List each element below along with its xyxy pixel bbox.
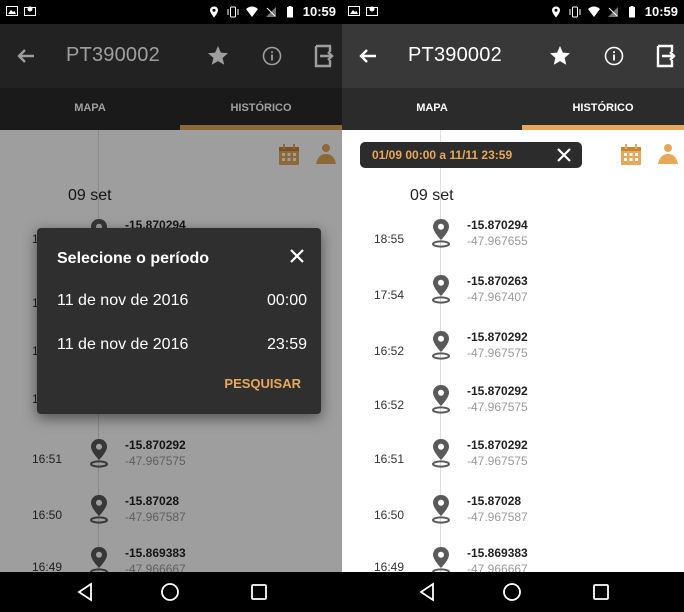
tab-historico[interactable]: HISTÓRICO <box>522 88 684 130</box>
exit-icon[interactable] <box>652 42 680 70</box>
entry-longitude: -47.967575 <box>467 454 528 468</box>
search-button[interactable]: PESQUISAR <box>224 376 301 391</box>
vibrate-icon <box>227 6 239 17</box>
list-item[interactable]: 16:49 -15.869383 -47.966667 <box>342 546 684 572</box>
entry-longitude: -47.967575 <box>467 400 528 414</box>
nav-back-icon[interactable] <box>418 582 438 602</box>
entry-longitude: -47.967407 <box>467 290 528 304</box>
entry-latitude: -15.87028 <box>467 494 522 508</box>
page-title: PT390002 <box>408 44 502 66</box>
status-bar: 10:59 <box>342 0 684 24</box>
entry-latitude: -15.869383 <box>467 546 528 560</box>
nav-recents-icon[interactable] <box>250 583 268 601</box>
history-content: 01/09 00:00 a 11/11 23:59 09 set 18:55 -… <box>342 130 684 572</box>
gallery-notification-icon <box>6 6 18 16</box>
status-bar: 10:59 <box>0 0 342 24</box>
entry-time: 16:49 <box>374 560 405 572</box>
no-signal-icon <box>607 6 618 17</box>
list-item[interactable]: 18:55 -15.870294 -47.967655 <box>342 218 684 264</box>
info-icon[interactable] <box>600 42 628 70</box>
list-item[interactable]: 16:50 -15.87028 -47.967587 <box>342 494 684 540</box>
map-pin-icon <box>432 219 450 248</box>
screen-with-dialog: 10:59 PT390002 MAPA HISTÓRICO 09 set 18:… <box>0 0 342 612</box>
start-time-field[interactable]: 00:00 <box>267 292 307 310</box>
map-pin-icon <box>432 495 450 524</box>
entry-time: 16:52 <box>374 344 405 358</box>
entry-latitude: -15.870292 <box>467 438 528 452</box>
person-location-icon[interactable] <box>656 142 680 166</box>
image-notification-icon <box>366 6 378 16</box>
entry-time: 18:55 <box>374 232 405 246</box>
nav-home-icon[interactable] <box>502 582 522 602</box>
screen-with-filter: 10:59 PT390002 MAPA HISTÓRICO 01/09 00:0… <box>342 0 684 612</box>
entry-latitude: -15.870292 <box>467 330 528 344</box>
date-filter-chip: 01/09 00:00 a 11/11 23:59 <box>360 142 582 168</box>
entry-longitude: -47.967575 <box>467 346 528 360</box>
wifi-icon <box>245 6 258 17</box>
close-icon[interactable] <box>554 145 574 165</box>
entry-time: 16:50 <box>374 508 405 522</box>
entry-longitude: -47.967587 <box>467 510 528 524</box>
list-item[interactable]: 16:51 -15.870292 -47.967575 <box>342 438 684 484</box>
battery-icon <box>286 5 293 17</box>
entry-time: 16:51 <box>374 452 405 466</box>
map-pin-icon <box>432 275 450 304</box>
entry-longitude: -47.966667 <box>467 562 528 572</box>
calendar-icon[interactable] <box>620 144 642 166</box>
entry-latitude: -15.870292 <box>467 384 528 398</box>
map-pin-icon <box>432 385 450 414</box>
entry-latitude: -15.870263 <box>467 274 528 288</box>
close-icon[interactable] <box>285 244 309 268</box>
period-dialog: Selecione o período 11 de nov de 2016 00… <box>37 228 321 414</box>
date-filter-label: 01/09 00:00 a 11/11 23:59 <box>372 148 513 162</box>
map-pin-icon <box>432 547 450 572</box>
clock: 10:59 <box>644 4 678 19</box>
wifi-icon <box>587 6 600 17</box>
tab-bar: MAPA HISTÓRICO <box>342 88 684 130</box>
vibrate-icon <box>569 6 581 17</box>
tab-mapa[interactable]: MAPA <box>342 88 522 130</box>
battery-icon <box>628 5 635 17</box>
dialog-title: Selecione o período <box>57 250 210 267</box>
entry-time: 16:52 <box>374 398 405 412</box>
back-arrow-icon[interactable] <box>354 42 382 70</box>
nav-back-icon[interactable] <box>76 582 96 602</box>
navigation-bar <box>0 572 342 612</box>
entry-latitude: -15.870294 <box>467 218 528 232</box>
entry-longitude: -47.967655 <box>467 234 528 248</box>
location-icon <box>209 6 218 17</box>
list-item[interactable]: 17:54 -15.870263 -47.967407 <box>342 274 684 320</box>
star-icon[interactable] <box>546 42 574 70</box>
day-label: 09 set <box>410 187 454 204</box>
navigation-bar <box>342 572 684 612</box>
start-date-field[interactable]: 11 de nov de 2016 <box>57 292 188 310</box>
gallery-notification-icon <box>348 6 360 16</box>
list-item[interactable]: 16:52 -15.870292 -47.967575 <box>342 330 684 376</box>
entry-time: 17:54 <box>374 288 405 302</box>
no-signal-icon <box>265 6 276 17</box>
list-item[interactable]: 16:52 -15.870292 -47.967575 <box>342 384 684 430</box>
clock: 10:59 <box>302 4 336 19</box>
nav-recents-icon[interactable] <box>592 583 610 601</box>
nav-home-icon[interactable] <box>160 582 180 602</box>
location-icon <box>551 6 560 17</box>
map-pin-icon <box>432 331 450 360</box>
app-bar: PT390002 <box>342 24 684 88</box>
end-date-field[interactable]: 11 de nov de 2016 <box>57 336 188 354</box>
map-pin-icon <box>432 439 450 468</box>
end-time-field[interactable]: 23:59 <box>267 336 307 354</box>
image-notification-icon <box>24 6 36 16</box>
